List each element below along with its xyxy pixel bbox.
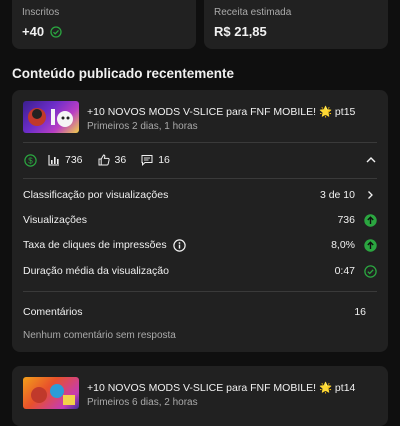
arrow-up-circle-icon bbox=[363, 213, 377, 227]
metric-value-wrap: 736 bbox=[337, 213, 377, 227]
subscribers-label: Inscritos bbox=[22, 7, 60, 18]
metric-value-wrap: 8,0% bbox=[331, 238, 377, 252]
metric-value-wrap: 3 de 10 bbox=[320, 188, 377, 202]
views-stat: 736 bbox=[47, 153, 83, 167]
revenue-value: R$ 21,85 bbox=[214, 24, 267, 39]
metric-label: Classificação por visualizações bbox=[23, 189, 169, 201]
divider bbox=[23, 142, 377, 143]
video-meta: Primeiros 2 dias, 1 horas bbox=[87, 121, 198, 132]
bar-chart-icon bbox=[47, 153, 61, 167]
metric-row-ctr: Taxa de cliques de impressões 8,0% bbox=[23, 237, 377, 253]
subscribers-value: +40 bbox=[22, 24, 45, 39]
arrow-up-circle-icon bbox=[363, 238, 377, 252]
video-title[interactable]: +10 NOVOS MODS V-SLICE para FNF MOBILE! … bbox=[87, 105, 355, 118]
views-count: 736 bbox=[65, 154, 83, 166]
comments-stat: 16 bbox=[140, 153, 170, 167]
subscribers-card[interactable]: Inscritos +40 bbox=[12, 0, 196, 49]
check-circle-icon bbox=[363, 264, 377, 278]
comments-value: 16 bbox=[354, 306, 366, 318]
check-circle-icon bbox=[49, 25, 63, 39]
comments-label: Comentários bbox=[23, 306, 83, 318]
video-card[interactable]: +10 NOVOS MODS V-SLICE para FNF MOBILE! … bbox=[12, 90, 388, 352]
chevron-right-icon[interactable] bbox=[363, 188, 377, 202]
video-stats-row: $ 736 36 16 bbox=[23, 152, 377, 168]
thumbs-up-icon bbox=[97, 153, 111, 167]
chevron-up-icon[interactable] bbox=[364, 153, 378, 172]
likes-count: 36 bbox=[114, 154, 127, 166]
metric-label: Duração média da visualização bbox=[23, 265, 169, 277]
video-title[interactable]: +10 NOVOS MODS V-SLICE para FNF MOBILE! … bbox=[87, 381, 355, 394]
metric-label: Taxa de cliques de impressões bbox=[23, 239, 167, 251]
info-icon[interactable] bbox=[173, 238, 187, 252]
likes-stat: 36 bbox=[97, 153, 127, 167]
video-info: +10 NOVOS MODS V-SLICE para FNF MOBILE! … bbox=[87, 101, 355, 133]
metric-label: Visualizações bbox=[23, 214, 88, 226]
revenue-label: Receita estimada bbox=[214, 7, 292, 18]
video-header[interactable]: +10 NOVOS MODS V-SLICE para FNF MOBILE! … bbox=[23, 101, 355, 133]
stat-cards: Inscritos +40 Receita estimada R$ 21,85 bbox=[12, 0, 388, 49]
svg-text:$: $ bbox=[28, 156, 33, 165]
metric-value-wrap: 0:47 bbox=[335, 264, 377, 278]
monetization-indicator: $ bbox=[23, 153, 37, 167]
comments-count: 16 bbox=[158, 154, 170, 166]
metric-row-avg-duration: Duração média da visualização 0:47 bbox=[23, 263, 377, 279]
dollar-circle-icon: $ bbox=[23, 153, 37, 167]
section-title: Conteúdo publicado recentemente bbox=[12, 66, 235, 81]
subscribers-value-wrap: +40 bbox=[22, 24, 63, 39]
video-header[interactable]: +10 NOVOS MODS V-SLICE para FNF MOBILE! … bbox=[23, 377, 355, 409]
video-thumbnail[interactable] bbox=[23, 377, 79, 409]
metric-value: 8,0% bbox=[331, 239, 355, 251]
metric-row-views: Visualizações 736 bbox=[23, 212, 377, 228]
metric-value: 0:47 bbox=[334, 265, 355, 277]
metric-value: 3 de 10 bbox=[319, 189, 355, 201]
video-info: +10 NOVOS MODS V-SLICE para FNF MOBILE! … bbox=[87, 377, 355, 409]
comment-icon bbox=[140, 153, 154, 167]
metric-row-ranking[interactable]: Classificação por visualizações 3 de 10 bbox=[23, 187, 377, 203]
no-unanswered-comments: Nenhum comentário sem resposta bbox=[23, 330, 176, 341]
video-thumbnail[interactable] bbox=[23, 101, 79, 133]
video-card[interactable]: +10 NOVOS MODS V-SLICE para FNF MOBILE! … bbox=[12, 366, 388, 426]
video-meta: Primeiros 6 dias, 2 horas bbox=[87, 397, 198, 408]
divider bbox=[23, 291, 377, 292]
metric-value: 736 bbox=[337, 214, 355, 226]
revenue-card[interactable]: Receita estimada R$ 21,85 bbox=[204, 0, 388, 49]
divider bbox=[23, 178, 377, 179]
metric-label-wrap: Taxa de cliques de impressões bbox=[23, 238, 187, 252]
